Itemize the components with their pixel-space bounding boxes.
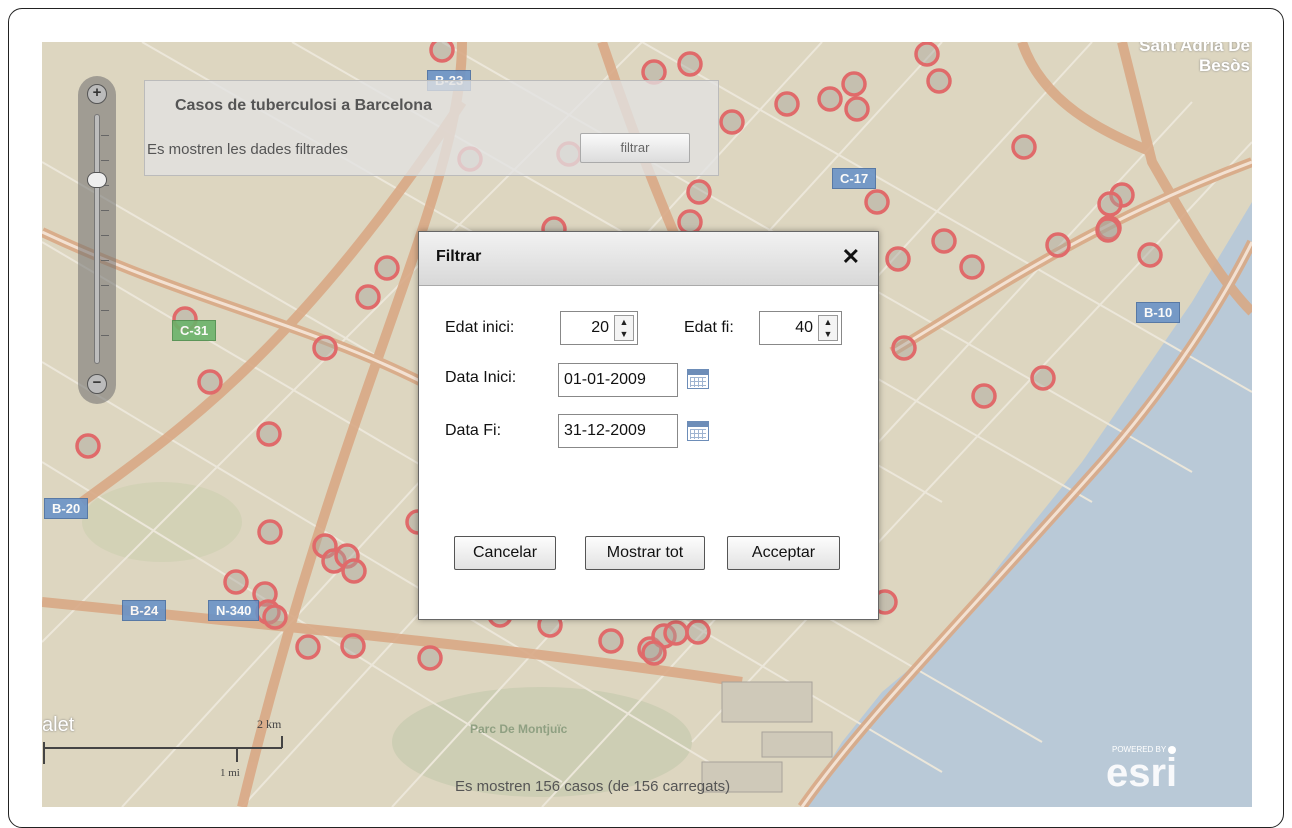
road-shield-b20: B-20: [44, 498, 89, 519]
place-label-sant-adria: Sant Adrià De Besòs: [1139, 42, 1250, 75]
age-end-down-icon[interactable]: ▼: [819, 328, 837, 340]
zoom-out-button[interactable]: −: [87, 374, 107, 394]
age-end-up-icon[interactable]: ▲: [819, 316, 837, 328]
calendar-icon[interactable]: [687, 421, 709, 441]
road-shield-c17: C-17: [832, 168, 877, 189]
zoom-thumb[interactable]: [87, 172, 107, 188]
date-start-label: Data Inici:: [445, 369, 517, 386]
cancel-button[interactable]: Cancelar: [454, 536, 556, 570]
info-panel-description: Es mostren les dades filtrades: [147, 141, 348, 158]
date-end-field[interactable]: 31-12-2009: [558, 414, 678, 448]
zoom-track[interactable]: [94, 114, 109, 364]
age-end-label: Edat fi:: [684, 319, 734, 336]
zoom-in-button[interactable]: +: [87, 84, 107, 104]
map-scale-bar: 2 km 1 mi: [43, 717, 283, 779]
dialog-title: Filtrar: [436, 248, 482, 265]
age-start-down-icon[interactable]: ▼: [615, 328, 633, 340]
show-all-button[interactable]: Mostrar tot: [585, 536, 705, 570]
close-icon[interactable]: ✕: [842, 244, 860, 270]
esri-wordmark: esri: [1106, 751, 1177, 795]
age-start-up-icon[interactable]: ▲: [615, 316, 633, 328]
age-end-value: 40: [795, 319, 813, 336]
info-panel-title: Casos de tuberculosi a Barcelona: [175, 97, 432, 114]
map-status-text: Es mostren 156 casos (de 156 carregats): [455, 778, 731, 795]
road-shield-b10: B-10: [1136, 302, 1181, 323]
date-end-label: Data Fi:: [445, 422, 502, 439]
road-shield-c31: C-31: [172, 320, 217, 341]
filter-dialog: Filtrar ✕ Edat inici: 20 ▲ ▼ Edat fi: 40…: [418, 231, 879, 620]
accept-button[interactable]: Acceptar: [727, 536, 840, 570]
esri-logo: POWERED BY esri: [1106, 738, 1226, 798]
age-end-stepper[interactable]: 40 ▲ ▼: [759, 311, 842, 345]
age-start-stepper[interactable]: 20 ▲ ▼: [560, 311, 638, 345]
info-panel: Casos de tuberculosi a Barcelona Es most…: [144, 80, 719, 176]
age-start-label: Edat inici:: [445, 319, 515, 336]
zoom-slider[interactable]: + −: [78, 76, 116, 404]
filter-button[interactable]: filtrar: [580, 133, 690, 163]
place-label-montjuic: Parc De Montjuïc: [470, 722, 568, 736]
scale-mi-label: 1 mi: [220, 767, 240, 779]
scale-km-label: 2 km: [257, 717, 282, 731]
date-start-field[interactable]: 01-01-2009: [558, 363, 678, 397]
calendar-icon[interactable]: [687, 369, 709, 389]
road-shield-n340: N-340: [208, 600, 260, 621]
road-shield-b24: B-24: [122, 600, 167, 621]
dialog-header[interactable]: Filtrar ✕: [419, 232, 878, 286]
age-start-value: 20: [591, 319, 609, 336]
